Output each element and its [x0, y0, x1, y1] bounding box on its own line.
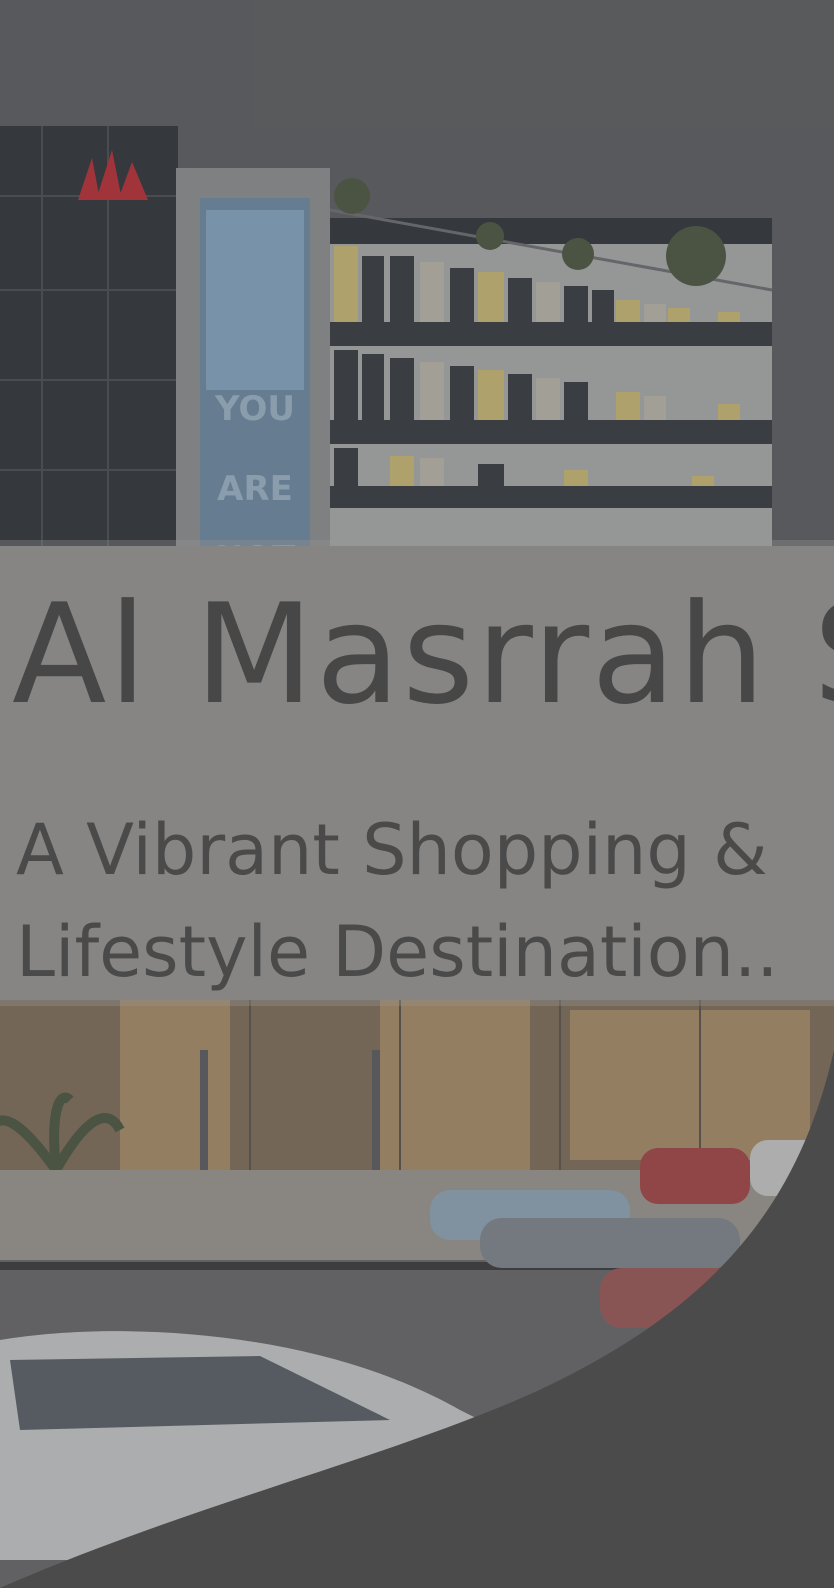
hero-banner: YOU ARE NOT ALONE — [0, 0, 834, 1588]
corner-curve-shape — [0, 1050, 834, 1588]
